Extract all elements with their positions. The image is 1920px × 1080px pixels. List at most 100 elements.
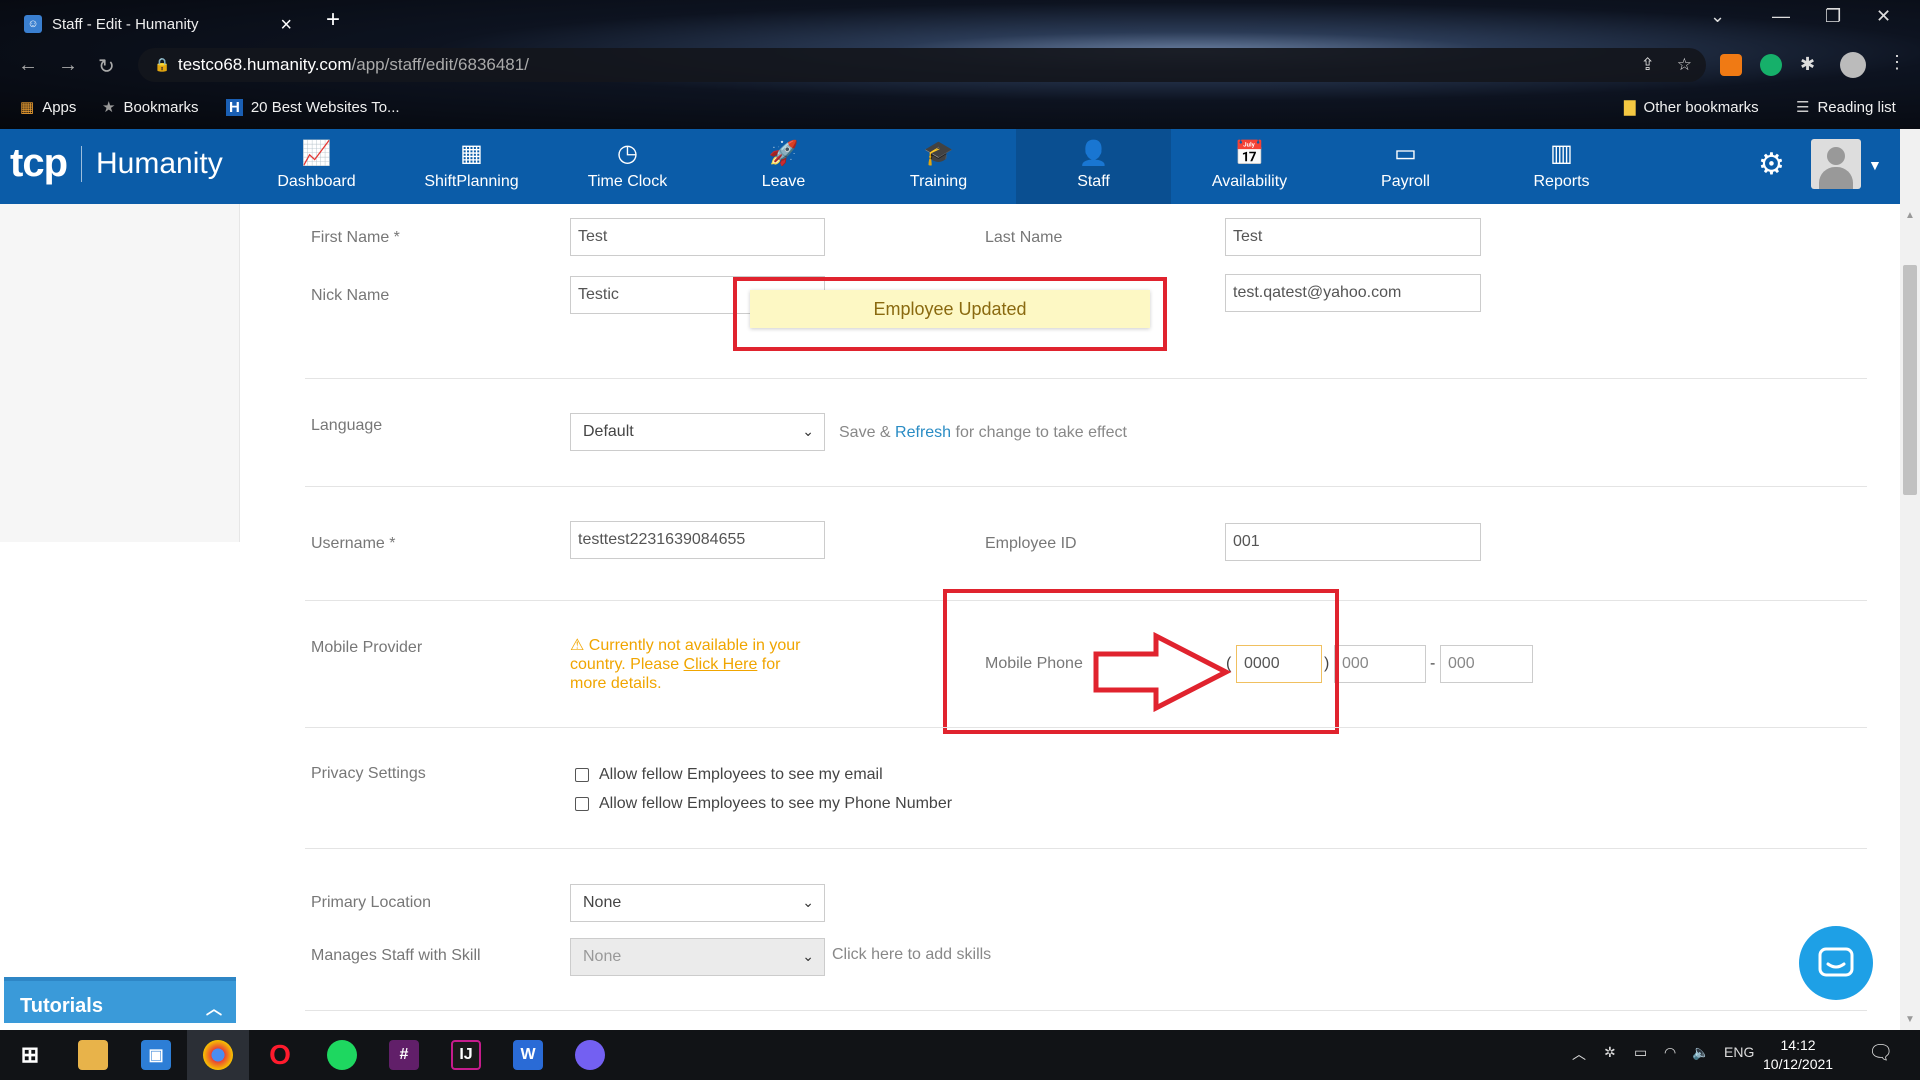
red-arrow-annotation [1093,632,1232,712]
bookmark-apps[interactable]: ▦ Apps [20,98,76,117]
privacy-phone-checkbox[interactable]: Allow fellow Employees to see my Phone N… [575,795,952,813]
tcp-humanity-logo[interactable]: tcp Humanity [10,141,223,186]
manages-skill-label: Manages Staff with Skill [311,947,481,964]
humanity-favicon-icon: ☺ [24,15,42,33]
last-name-input[interactable]: Test [1225,218,1481,256]
reload-icon[interactable]: ↻ [98,54,115,79]
wifi-icon[interactable]: ◠ [1664,1044,1676,1061]
manages-skill-select[interactable]: None ⌄ [570,938,825,976]
reading-list[interactable]: ☰ Reading list [1796,98,1896,117]
close-tab-icon[interactable]: × [280,14,292,37]
star-icon: ★ [102,99,116,116]
nav-reports[interactable]: ▥ Reports [1484,129,1639,204]
divider [305,727,1867,728]
spotify-icon[interactable] [327,1040,357,1070]
wps-icon[interactable]: W [513,1040,543,1070]
checkbox[interactable] [575,797,589,811]
bookmark-20-best[interactable]: H 20 Best Websites To... [226,98,400,116]
file-explorer-icon[interactable] [78,1040,108,1070]
tray-chevron-icon[interactable]: ︿ [1572,1044,1586,1064]
checkbox[interactable] [575,768,589,782]
apps-grid-icon: ▦ [20,99,35,116]
nav-training[interactable]: 🎓 Training [861,129,1016,204]
share-icon[interactable]: ⇪ [1641,55,1655,75]
privacy-email-checkbox[interactable]: Allow fellow Employees to see my email [575,766,883,784]
lock-icon: 🔒 [154,57,171,72]
scroll-up-icon[interactable]: ▲ [1905,210,1915,221]
language-indicator[interactable]: ENG [1724,1044,1754,1060]
nav-leave[interactable]: 🚀 Leave [706,129,861,204]
add-skills-link[interactable]: Click here to add skills [832,946,991,964]
nav-shiftplanning[interactable]: ▦ ShiftPlanning [394,129,549,204]
phone-prefix-input[interactable]: 000 [1334,645,1426,683]
nav-staff[interactable]: 👤 Staff [1016,129,1171,204]
tutorials-widget[interactable]: Tutorials ︿ [4,977,236,1029]
user-menu-caret-icon[interactable]: ▼ [1868,157,1882,173]
dashboard-icon: 📈 [301,140,332,167]
warning-triangle-icon: ⚠ [570,637,585,654]
nav-dashboard[interactable]: 📈 Dashboard [239,129,394,204]
browser-menu-icon[interactable]: ⋮ [1888,52,1906,73]
primary-location-label: Primary Location [311,894,432,911]
tutorials-label: Tutorials [20,995,103,1017]
divider [305,848,1867,849]
profile-avatar[interactable] [1840,52,1866,78]
chat-launcher-button[interactable] [1799,926,1873,1000]
primary-location-select[interactable]: None ⌄ [570,884,825,922]
battery-icon[interactable]: ▭ [1634,1044,1647,1061]
url-host: testco68.humanity.com [178,55,352,74]
nav-payroll[interactable]: ▭ Payroll [1328,129,1483,204]
tab-search-chevron-icon[interactable]: ⌄ [1710,6,1725,27]
intellij-icon[interactable]: IJ [451,1040,481,1070]
chevron-down-icon: ⌄ [802,948,814,964]
click-here-link[interactable]: Click Here [684,656,758,673]
scroll-down-icon[interactable]: ▼ [1905,1014,1915,1025]
restore-icon[interactable]: ❐ [1825,6,1841,27]
viber-icon[interactable] [575,1040,605,1070]
tray-app-icon[interactable]: ✲ [1604,1044,1616,1061]
user-avatar[interactable] [1811,139,1861,189]
chrome-icon[interactable] [203,1040,233,1070]
opera-icon[interactable]: O [265,1039,295,1070]
chevron-up-icon[interactable]: ︿ [206,995,222,1019]
bar-chart-icon: ▥ [1550,140,1573,167]
new-tab-icon[interactable]: + [326,6,340,34]
store-icon[interactable]: ▣ [141,1040,171,1070]
email-input[interactable]: test.qatest@yahoo.com [1225,274,1481,312]
privacy-settings-label: Privacy Settings [311,765,426,782]
minimize-icon[interactable]: — [1772,6,1790,27]
forward-icon[interactable]: → [58,54,78,77]
divider [305,378,1867,379]
windows-start-icon[interactable]: ⊞ [15,1040,45,1070]
logo-divider [81,145,82,182]
browser-tab[interactable]: ☺ Staff - Edit - Humanity × [10,6,310,42]
bookmark-star-icon[interactable]: ☆ [1677,55,1692,75]
language-select[interactable]: Default ⌄ [570,413,825,451]
chevron-down-icon: ⌄ [802,894,814,910]
refresh-link[interactable]: Refresh [895,424,951,441]
back-icon[interactable]: ← [18,54,38,77]
username-input[interactable]: testtest2231639084655 [570,521,825,559]
app-header: tcp Humanity 📈 Dashboard ▦ ShiftPlanning… [0,129,1900,204]
bookmark-bookmarks[interactable]: ★ Bookmarks [102,98,198,117]
scrollbar-thumb[interactable] [1903,265,1917,495]
bookmark-other[interactable]: ▇ Other bookmarks [1624,98,1759,117]
taskbar-clock[interactable]: 14:12 10/12/2021 [1763,1036,1833,1074]
settings-gear-icon[interactable]: ⚙ [1758,147,1785,182]
phone-line-input[interactable]: 000 [1440,645,1533,683]
extension-icon[interactable] [1720,54,1742,76]
volume-icon[interactable]: 🔈 [1692,1044,1709,1061]
address-bar[interactable]: 🔒 testco68.humanity.com/app/staff/edit/6… [138,48,1706,82]
stopwatch-icon: ◷ [617,140,638,167]
close-window-icon[interactable]: ✕ [1876,6,1891,27]
calendar-check-icon: 📅 [1234,140,1265,167]
nav-availability[interactable]: 📅 Availability [1172,129,1327,204]
extensions-puzzle-icon[interactable]: ✱ [1800,54,1815,75]
employee-id-input[interactable]: 001 [1225,523,1481,561]
grammarly-icon[interactable] [1760,54,1782,76]
nav-time-clock[interactable]: ◷ Time Clock [550,129,705,204]
notifications-icon[interactable]: 🗨 [1868,1040,1893,1065]
first-name-input[interactable]: Test [570,218,825,256]
toast-highlight-box [733,277,1167,351]
slack-icon[interactable]: # [389,1040,419,1070]
